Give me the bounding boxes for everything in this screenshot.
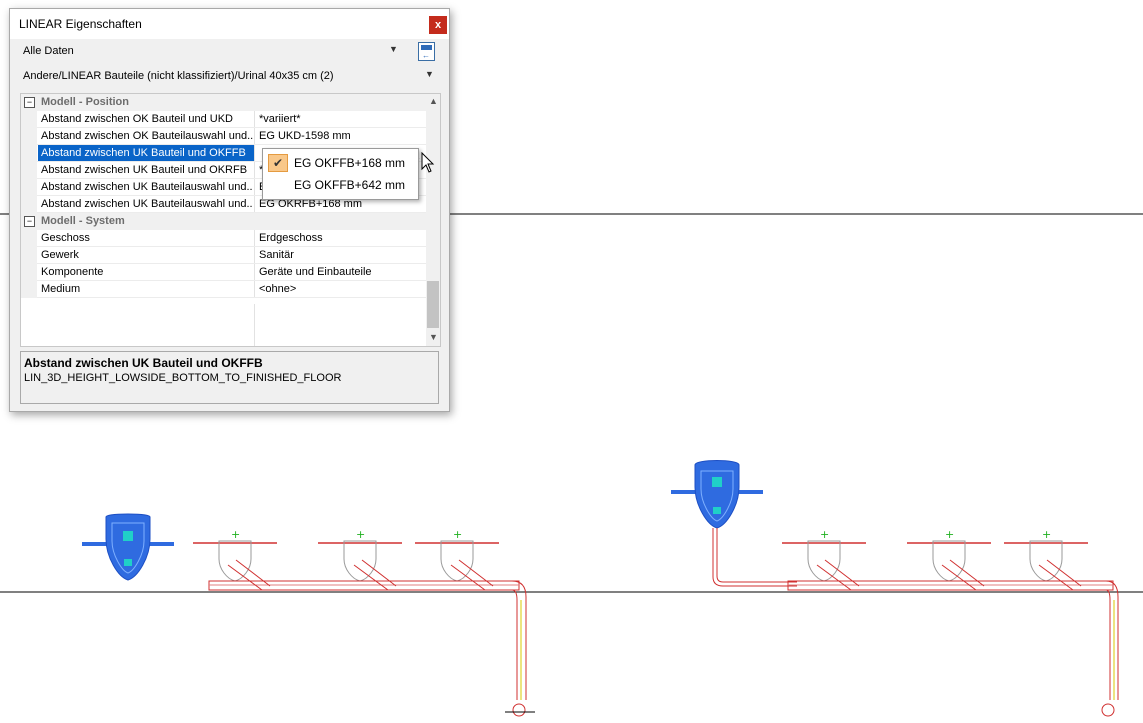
scrollbar-thumb[interactable] [427,281,439,328]
title-bar[interactable]: LINEAR Eigenschaften x [10,9,449,39]
category-label: Modell - System [41,215,125,227]
dropdown-option[interactable]: EG OKFFB+642 mm [266,174,415,195]
property-name: Komponente [41,266,104,278]
column-divider[interactable] [254,304,255,346]
svg-text:+: + [1042,528,1051,541]
property-value[interactable]: <ohne> [259,283,296,295]
property-name: Abstand zwischen UK Bauteilauswahl und..… [41,181,253,193]
drain-pipe-left [208,559,535,717]
svg-text:+: + [820,528,829,541]
property-value[interactable]: Geräte und Einbauteile [259,266,372,278]
category-modell-system[interactable]: − Modell - System [21,213,426,230]
window-title: LINEAR Eigenschaften [19,17,142,31]
property-name: Abstand zwischen UK Bauteil und OKRFB [41,164,248,176]
selected-urinal-right[interactable] [671,460,797,587]
chevron-down-icon[interactable]: ▼ [389,44,398,54]
property-row[interactable]: Abstand zwischen OK Bauteilauswahl und..… [21,128,426,145]
chevron-down-icon[interactable]: ▼ [425,69,434,79]
object-path-dropdown-value[interactable]: Andere/LINEAR Bauteile (nicht klassifizi… [23,70,334,82]
panel-icon [421,45,432,50]
property-name: Abstand zwischen UK Bauteil und OKFFB [38,145,255,162]
filter-settings-button[interactable]: ← [418,42,435,61]
property-name: Abstand zwischen UK Bauteilauswahl und..… [41,198,253,210]
checkbox-empty-icon [268,176,288,194]
option-label: EG OKFFB+168 mm [294,156,406,170]
collapse-toggle-icon[interactable]: − [24,216,35,227]
property-value[interactable]: *variiert* [259,113,301,125]
property-row[interactable]: Gewerk Sanitär [21,247,426,264]
arrow-left-icon: ← [422,51,430,60]
svg-text:+: + [356,528,365,541]
chevron-down-icon[interactable]: ▼ [429,332,438,342]
dropdown-option[interactable]: ✔ EG OKFFB+168 mm [266,152,415,173]
description-title: Abstand zwischen UK Bauteil und OKFFB [24,356,263,370]
properties-window[interactable]: LINEAR Eigenschaften x Alle Daten ▼ ← An… [9,8,450,412]
category-label: Modell - Position [41,96,129,108]
property-name: Abstand zwischen OK Bauteil und UKD [41,113,233,125]
value-dropdown-list[interactable]: ✔ EG OKFFB+168 mm EG OKFFB+642 mm [262,148,419,200]
property-name: Gewerk [41,249,79,261]
property-row[interactable]: Komponente Geräte und Einbauteile [21,264,426,281]
property-row[interactable]: Abstand zwischen OK Bauteil und UKD *var… [21,111,426,128]
description-text: LIN_3D_HEIGHT_LOWSIDE_BOTTOM_TO_FINISHED… [24,372,342,384]
svg-text:+: + [231,528,240,541]
description-panel: Abstand zwischen UK Bauteil und OKFFB LI… [20,351,439,404]
svg-text:+: + [453,528,462,541]
property-value[interactable]: EG UKD-1598 mm [259,130,351,142]
category-modell-position[interactable]: − Modell - Position [21,94,426,111]
option-label: EG OKFFB+642 mm [294,178,406,192]
property-row[interactable]: Geschoss Erdgeschoss [21,230,426,247]
mouse-cursor-icon [421,152,435,173]
vertical-scrollbar[interactable]: ▲ ▼ [426,94,440,346]
chevron-up-icon[interactable]: ▲ [429,96,438,106]
filter-dropdown-value[interactable]: Alle Daten [23,45,74,57]
selected-urinal-left[interactable] [82,513,174,581]
close-button[interactable]: x [429,16,447,34]
checkmark-icon: ✔ [268,154,288,172]
property-grid[interactable]: − Modell - Position Abstand zwischen OK … [20,93,441,347]
property-name: Geschoss [41,232,90,244]
property-row[interactable]: Medium <ohne> [21,281,426,298]
drain-pipe-right [787,559,1119,717]
svg-text:+: + [945,528,954,541]
collapse-toggle-icon[interactable]: − [24,97,35,108]
property-name: Medium [41,283,81,295]
property-value[interactable]: Erdgeschoss [259,232,323,244]
property-value[interactable]: Sanitär [259,249,294,261]
property-name: Abstand zwischen OK Bauteilauswahl und..… [41,130,253,142]
